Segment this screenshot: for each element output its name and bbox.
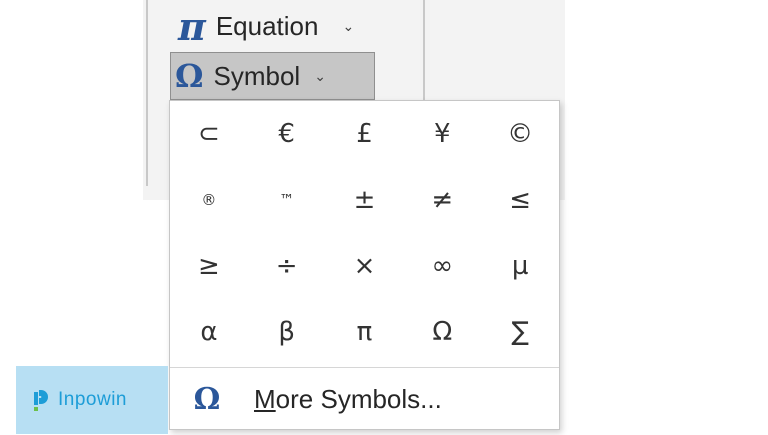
symbol-subset[interactable]: ⊂ [170,101,248,167]
pi-icon: π [178,3,206,49]
symbol-divide[interactable]: ÷ [248,233,326,299]
symbol-alpha[interactable]: α [170,299,248,365]
omega-icon: Ω [193,381,221,417]
ribbon-separator [146,0,148,186]
symbol-registered[interactable]: ® [170,167,248,233]
symbol-copyright[interactable]: © [481,101,559,167]
more-symbols-item[interactable]: Ω More Symbols... [170,369,559,429]
symbol-label: Symbol [213,60,301,91]
chevron-down-icon[interactable]: ⌄ [314,68,326,85]
symbol-infinity[interactable]: ∞ [403,233,481,299]
more-symbols-text: ore Symbols... [275,383,442,414]
symbol-micro[interactable]: µ [481,233,559,299]
symbol-button[interactable]: Ω Symbol ⌄ [170,52,375,100]
symbol-less-equal[interactable]: ≤ [481,167,559,233]
watermark-text: Inpowin [58,389,127,410]
watermark-badge: Inpowin [16,366,168,434]
equation-label: Equation [215,10,319,41]
omega-icon: Ω [175,57,204,95]
symbol-plus-minus[interactable]: ± [326,167,404,233]
symbol-grid: ⊂ € £ ¥ © ® ™ ± ≠ ≤ ≥ ÷ × ∞ µ α β π Ω ∑ [170,101,559,365]
chevron-down-icon[interactable]: ⌄ [342,18,354,35]
symbol-yen[interactable]: ¥ [403,101,481,167]
symbol-greater-equal[interactable]: ≥ [170,233,248,299]
equation-button[interactable]: π Equation ⌄ [176,3,408,49]
symbol-multiply[interactable]: × [326,233,404,299]
more-symbols-label: More Symbols... [254,384,442,415]
symbol-pi[interactable]: π [326,299,404,365]
symbol-beta[interactable]: β [248,299,326,365]
ribbon-separator [423,0,425,108]
access-key: M [254,383,276,414]
symbol-not-equal[interactable]: ≠ [403,167,481,233]
symbol-omega[interactable]: Ω [403,299,481,365]
symbol-sum[interactable]: ∑ [481,299,559,365]
menu-divider [170,367,559,368]
symbol-euro[interactable]: € [248,101,326,167]
inpowin-logo-icon [30,387,52,413]
symbol-trademark[interactable]: ™ [248,167,326,233]
symbol-pound[interactable]: £ [326,101,404,167]
symbol-dropdown: ⊂ € £ ¥ © ® ™ ± ≠ ≤ ≥ ÷ × ∞ µ α β π Ω ∑ … [169,100,560,430]
